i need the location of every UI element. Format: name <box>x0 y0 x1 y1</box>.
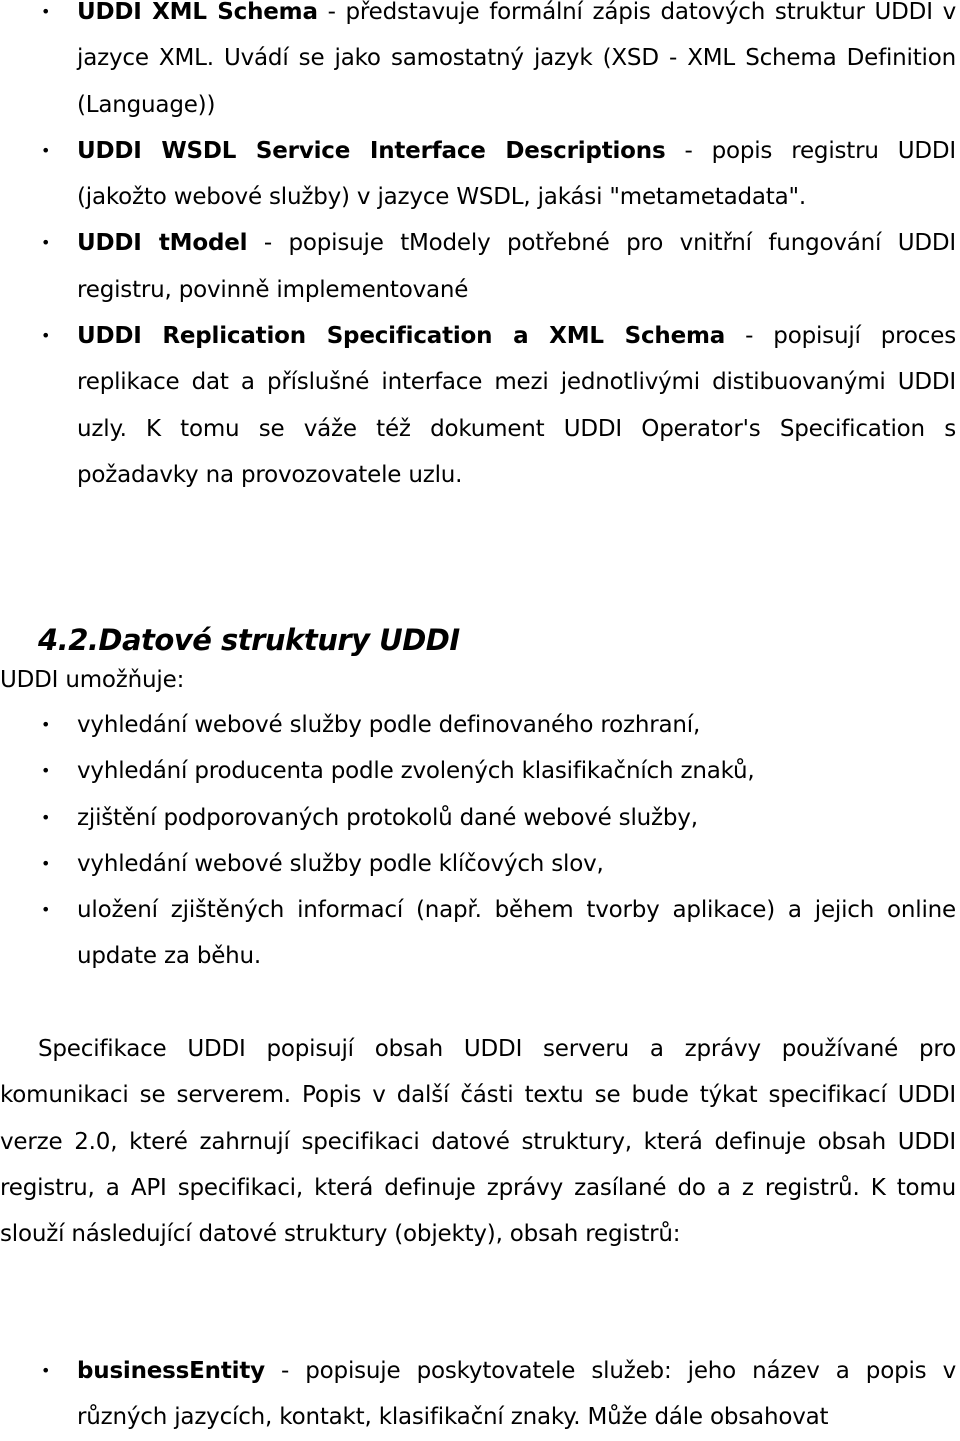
uddi-specs-list: • UDDI XML Schema - představuje formální… <box>0 0 956 498</box>
bullet-icon: • <box>41 1361 51 1380</box>
data-structures-list: • businessEntity - popisuje poskytovatel… <box>0 1348 956 1441</box>
list-item-uddi-tmodel: • UDDI tModel - popisuje tModely potřebn… <box>0 220 956 313</box>
list-item-term: UDDI WSDL Service Interface Descriptions <box>77 137 666 164</box>
list-item-business-entity: • businessEntity - popisuje poskytovatel… <box>0 1348 956 1441</box>
list-item-term: UDDI XML Schema <box>77 0 318 25</box>
list-item-uddi-xml-schema: • UDDI XML Schema - představuje formální… <box>0 0 956 128</box>
list-item-uddi-replication: • UDDI Replication Specification a XML S… <box>0 313 956 498</box>
list-item-text: vyhledání producenta podle zvolených kla… <box>77 758 755 785</box>
list-item-text: vyhledání webové služby podle definované… <box>77 712 701 738</box>
list-item-term: UDDI Replication Specification a XML Sch… <box>77 323 726 350</box>
list-item-uddi-wsdl: • UDDI WSDL Service Interface Descriptio… <box>0 128 956 221</box>
list-item-text: zjištění podporovaných protokolů dané we… <box>77 804 698 831</box>
list-item-capability: • uložení zjištěných informací (např. bě… <box>0 887 956 980</box>
bullet-icon: • <box>41 326 51 346</box>
list-item-capability: • vyhledání producenta podle zvolených k… <box>0 748 956 794</box>
list-item-text: uložení zjištěných informací (např. běhe… <box>77 897 956 970</box>
bullet-icon: • <box>41 2 51 21</box>
list-item-text: vyhledání webové služby podle klíčových … <box>77 850 604 877</box>
bullet-icon: • <box>41 715 51 734</box>
section-heading: 4.2.Datové struktury UDDI <box>38 623 460 657</box>
bullet-icon: • <box>41 807 51 827</box>
list-item-capability: • vyhledání webové služby podle definova… <box>0 702 956 748</box>
list-item-capability: • vyhledání webové služby podle klíčovýc… <box>0 841 956 887</box>
bullet-icon: • <box>41 853 51 873</box>
bullet-icon: • <box>41 140 51 160</box>
list-item-term: UDDI tModel <box>77 230 248 257</box>
body-paragraph: Specifikace UDDI popisují obsah UDDI ser… <box>0 1036 956 1248</box>
capabilities-list: • vyhledání webové služby podle definova… <box>0 702 956 980</box>
section-intro: UDDI umožňuje: <box>0 667 185 693</box>
bullet-icon: • <box>41 233 51 253</box>
bullet-icon: • <box>41 900 51 920</box>
list-item-term: businessEntity <box>77 1358 265 1384</box>
list-item-capability: • zjištění podporovaných protokolů dané … <box>0 795 956 841</box>
bullet-icon: • <box>41 761 51 781</box>
